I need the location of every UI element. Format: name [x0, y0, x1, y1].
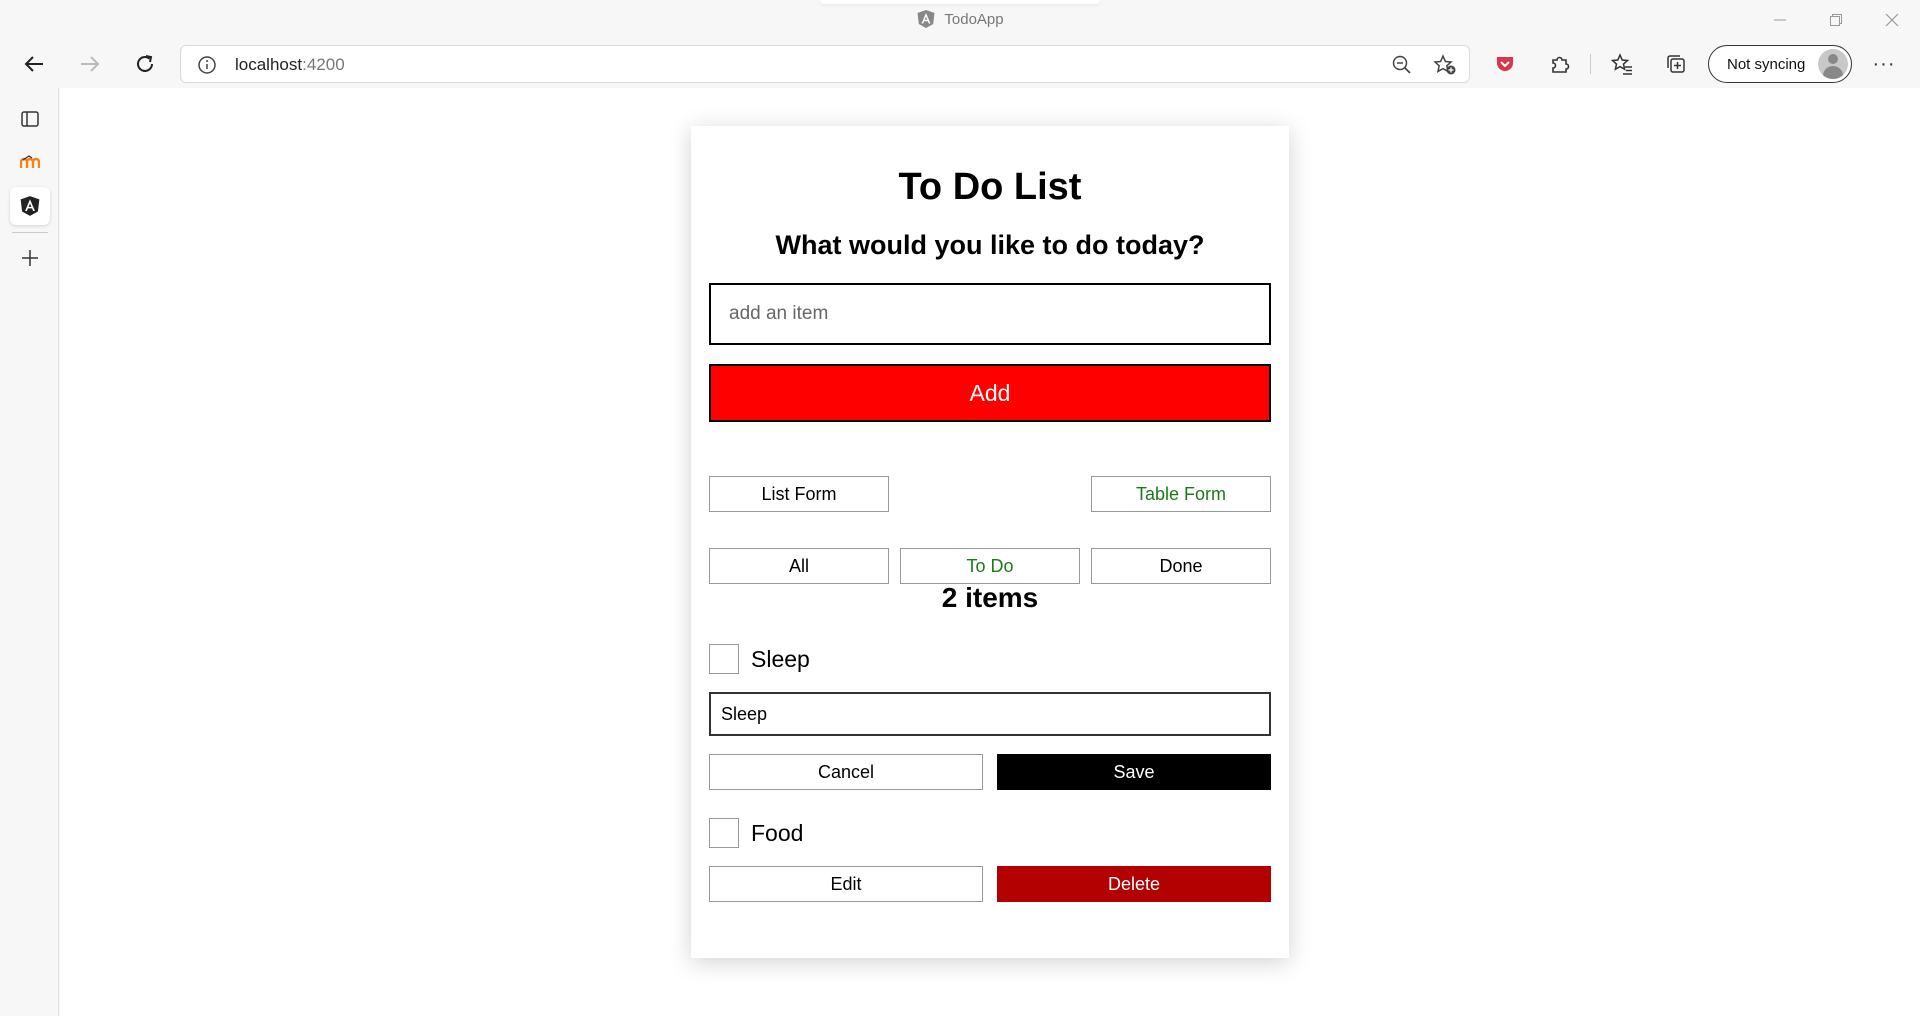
avatar: [1818, 49, 1848, 79]
filter-all-button[interactable]: All: [709, 548, 889, 584]
new-tab-button[interactable]: [10, 239, 50, 277]
collections-button[interactable]: [1658, 46, 1694, 82]
favorites-icon: [1611, 53, 1632, 75]
item-label-sleep: Sleep: [751, 646, 810, 672]
filter-done-button[interactable]: Done: [1091, 548, 1271, 584]
page-title: To Do List: [898, 166, 1082, 208]
toolbar-divider: [1590, 54, 1591, 74]
settings-more-button[interactable]: ···: [1866, 46, 1902, 82]
tab-indicator: [820, 0, 1100, 4]
sync-label: Not syncing: [1727, 55, 1806, 73]
list-form-button[interactable]: List Form: [709, 476, 889, 512]
window-title: TodoApp: [0, 9, 1920, 29]
close-window-button[interactable]: [1864, 0, 1920, 40]
filter-todo-button[interactable]: To Do: [900, 548, 1080, 584]
restore-button[interactable]: [1808, 0, 1864, 40]
forward-arrow-icon: [81, 56, 100, 72]
navigation-bar: localhost:4200 Not syncing ···: [0, 40, 1920, 88]
puzzle-icon: [1552, 56, 1570, 73]
forward-button[interactable]: [72, 46, 108, 82]
add-item-input[interactable]: [709, 283, 1271, 345]
edit-button[interactable]: Edit: [709, 866, 983, 902]
page-viewport: To Do List What would you like to do tod…: [60, 88, 1920, 1016]
page-subtitle: What would you like to do today?: [775, 230, 1205, 260]
zoom-out-icon[interactable]: [1391, 54, 1413, 76]
pocket-extension-button[interactable]: [1487, 46, 1523, 82]
more-dots-icon: ···: [1872, 52, 1896, 75]
back-button[interactable]: [16, 46, 52, 82]
minimize-button[interactable]: [1752, 0, 1808, 40]
favorites-button[interactable]: [1604, 46, 1640, 82]
title-bar: TodoApp: [0, 0, 1920, 40]
moodle-icon: [20, 155, 40, 168]
plus-icon: [22, 250, 38, 266]
restore-icon: [1830, 14, 1842, 26]
sync-profile-button[interactable]: Not syncing: [1708, 45, 1852, 83]
item-label-food: Food: [751, 820, 804, 846]
item-count: 2 items: [941, 582, 1039, 613]
edit-item-input[interactable]: [709, 692, 1271, 736]
tab-actions-button[interactable]: [10, 100, 50, 138]
add-favorite-icon[interactable]: [1433, 54, 1457, 76]
collections-icon: [1667, 55, 1685, 73]
extensions-button[interactable]: [1542, 46, 1578, 82]
sidebar-divider: [12, 232, 48, 233]
save-button[interactable]: Save: [997, 754, 1271, 790]
info-icon: [198, 56, 216, 74]
tab-actions-icon: [21, 111, 39, 127]
close-icon: [1885, 13, 1899, 27]
delete-button[interactable]: Delete: [997, 866, 1271, 902]
minimize-icon: [1774, 19, 1786, 21]
sidebar-tab-moodle[interactable]: [10, 143, 50, 181]
sidebar-tab-todoapp[interactable]: [10, 187, 50, 225]
url-text[interactable]: localhost:4200: [235, 55, 345, 75]
add-button[interactable]: Add: [709, 364, 1271, 422]
cancel-button[interactable]: Cancel: [709, 754, 983, 790]
address-bar[interactable]: localhost:4200: [180, 45, 1470, 83]
todo-card: To Do List What would you like to do tod…: [691, 126, 1289, 958]
pocket-icon: [1497, 57, 1513, 71]
table-form-button[interactable]: Table Form: [1091, 476, 1271, 512]
tab-title: TodoApp: [944, 10, 1004, 28]
refresh-icon: [137, 55, 153, 72]
back-arrow-icon: [24, 56, 43, 72]
angular-icon: [917, 10, 935, 28]
refresh-button[interactable]: [127, 46, 163, 82]
browser-sidebar: [0, 88, 59, 1016]
item-checkbox-sleep[interactable]: [709, 644, 739, 674]
item-checkbox-food[interactable]: [709, 818, 739, 848]
angular-icon: [20, 196, 40, 216]
